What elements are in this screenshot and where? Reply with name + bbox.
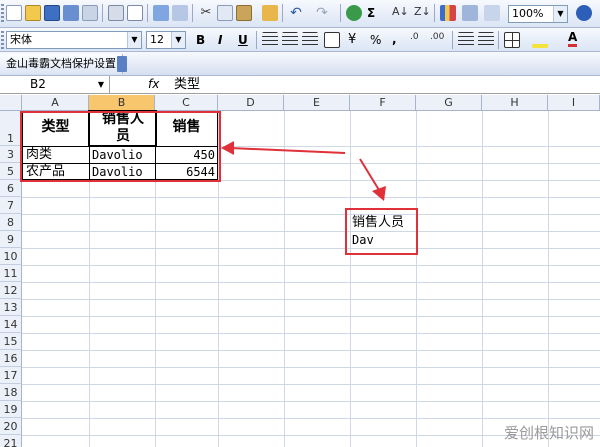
formula-bar: B2 ▼ fx 类型: [0, 76, 600, 94]
spelling-icon[interactable]: [153, 5, 169, 21]
underline-button[interactable]: U: [238, 32, 248, 48]
separator: [498, 31, 499, 49]
autosum-icon[interactable]: Σ: [367, 5, 375, 21]
separator: [452, 31, 453, 49]
cut-icon[interactable]: ✂: [198, 5, 214, 21]
decrease-indent-icon[interactable]: [458, 32, 474, 48]
name-box[interactable]: B2 ▼: [0, 76, 110, 94]
align-left-icon[interactable]: [262, 32, 278, 48]
zoom-value: 100%: [512, 7, 544, 20]
currency-icon[interactable]: ¥: [348, 32, 356, 48]
separator: [434, 4, 435, 22]
hyperlink-icon[interactable]: [346, 5, 362, 21]
function-icon[interactable]: fx: [148, 76, 159, 93]
formatting-toolbar: 宋体 ▼ 12 ▼ B I U ¥ % , .0 .00 A: [0, 28, 600, 52]
print-preview-icon[interactable]: [127, 5, 143, 21]
chart-wizard-icon[interactable]: [440, 5, 456, 21]
paste-icon[interactable]: [236, 5, 252, 21]
plugin-button[interactable]: 金山毒霸文档保护设置: [0, 54, 123, 74]
decrease-decimal-icon[interactable]: .00: [430, 32, 446, 48]
font-color-button[interactable]: A: [568, 30, 578, 47]
chevron-down-icon[interactable]: ▼: [553, 6, 567, 22]
toolbar-grip[interactable]: [1, 4, 4, 22]
increase-indent-icon[interactable]: [478, 32, 494, 48]
font-size-value: 12: [150, 33, 164, 46]
toolbar-options-icon[interactable]: [117, 56, 127, 72]
zoom-select[interactable]: 100% ▼: [508, 5, 568, 23]
new-file-icon[interactable]: [6, 5, 22, 21]
undo-icon[interactable]: ↶: [288, 5, 304, 21]
align-right-icon[interactable]: [302, 32, 318, 48]
redo-icon[interactable]: ↷: [314, 5, 330, 21]
sort-descending-icon[interactable]: Z↓: [414, 5, 431, 21]
fill-color-icon[interactable]: [532, 32, 548, 48]
standard-toolbar: ✂ ↶ ↷ Σ A↓ Z↓ 100% ▼: [0, 0, 600, 28]
font-name-select[interactable]: 宋体 ▼: [6, 31, 142, 49]
print-icon[interactable]: [108, 5, 124, 21]
chevron-down-icon[interactable]: ▼: [171, 32, 185, 48]
comma-button[interactable]: ,: [392, 31, 397, 47]
help-icon[interactable]: [484, 5, 500, 21]
arrow-line: [359, 158, 380, 191]
separator: [256, 31, 257, 49]
italic-button[interactable]: I: [218, 32, 222, 48]
align-center-icon[interactable]: [282, 32, 298, 48]
arrow-line: [229, 147, 346, 154]
arrowhead-icon: [221, 141, 234, 155]
annotation-arrows: [221, 141, 386, 201]
formula-value[interactable]: 类型: [174, 76, 200, 93]
email-icon[interactable]: [82, 5, 98, 21]
font-size-select[interactable]: 12 ▼: [146, 31, 186, 49]
bold-button[interactable]: B: [196, 32, 205, 48]
borders-icon[interactable]: [504, 32, 520, 48]
format-painter-icon[interactable]: [262, 5, 278, 21]
chevron-down-icon[interactable]: ▼: [93, 76, 109, 93]
toolbar-grip[interactable]: [1, 31, 4, 49]
worksheet-grid[interactable]: A B C D E F G H I 1 3 5 6 7 8 9 10 11 12…: [0, 95, 600, 447]
font-name-value: 宋体: [10, 33, 32, 46]
sort-ascending-icon[interactable]: A↓: [392, 5, 409, 21]
permission-icon[interactable]: [63, 5, 79, 21]
copy-icon[interactable]: [217, 5, 233, 21]
separator: [147, 4, 148, 22]
open-folder-icon[interactable]: [25, 5, 41, 21]
name-box-value: B2: [30, 77, 46, 91]
drawing-icon[interactable]: [462, 5, 478, 21]
chevron-down-icon[interactable]: ▼: [127, 32, 141, 48]
separator: [282, 4, 283, 22]
merge-center-icon[interactable]: [324, 32, 340, 48]
separator: [102, 4, 103, 22]
separator: [192, 4, 193, 22]
percent-button[interactable]: %: [370, 32, 381, 48]
help-circle-icon[interactable]: [576, 5, 592, 21]
save-icon[interactable]: [44, 5, 60, 21]
research-icon[interactable]: [172, 5, 188, 21]
watermark: 爱创根知识网: [503, 424, 594, 442]
separator: [340, 4, 341, 22]
increase-decimal-icon[interactable]: .0: [410, 32, 426, 48]
